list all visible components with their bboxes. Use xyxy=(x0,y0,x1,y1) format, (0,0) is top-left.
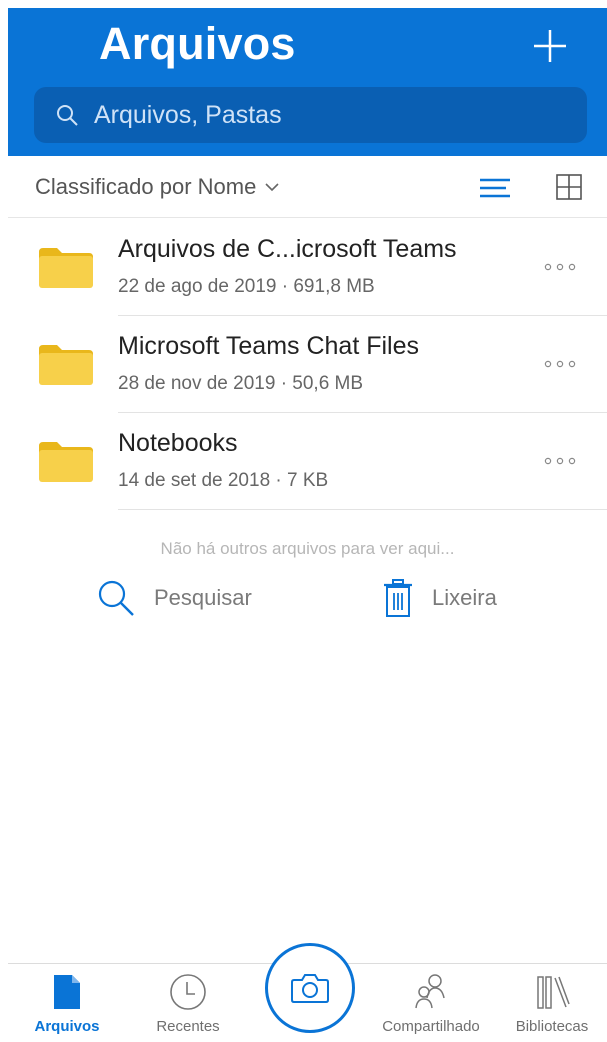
file-meta: 22 de ago de 2019 · 691,8 MB xyxy=(118,276,375,297)
tab-arquivos[interactable]: Arquivos xyxy=(12,970,122,1035)
file-name: Arquivos de C...icrosoft Teams xyxy=(118,235,457,263)
list-item[interactable]: Notebooks 14 de set de 2018 · 7 KB xyxy=(8,413,607,510)
divider xyxy=(118,509,607,510)
search-icon xyxy=(98,580,134,616)
folder-icon xyxy=(39,248,93,288)
camera-icon xyxy=(291,974,329,1003)
file-name: Notebooks xyxy=(118,429,238,457)
app-frame: Arquivos Classificado por Nome xyxy=(8,8,607,1042)
trash-action-button[interactable]: Lixeira xyxy=(382,578,497,618)
file-meta: 14 de set de 2018 · 7 KB xyxy=(118,470,329,491)
plus-icon xyxy=(534,30,566,62)
more-icon xyxy=(544,457,576,465)
tab-recentes[interactable]: Recentes xyxy=(133,970,243,1035)
file-meta: 28 de nov de 2019 · 50,6 MB xyxy=(118,373,364,394)
list-view-icon xyxy=(480,178,510,198)
chevron-down-icon xyxy=(264,182,280,192)
camera-button[interactable] xyxy=(265,943,355,1033)
list-item[interactable]: Arquivos de C...icrosoft Teams 22 de ago… xyxy=(8,219,607,316)
people-icon xyxy=(415,974,445,1009)
more-icon xyxy=(544,360,576,368)
list-item[interactable]: Microsoft Teams Chat Files 28 de nov de … xyxy=(8,316,607,413)
tab-label: Compartilhado xyxy=(382,1018,480,1035)
search-input[interactable] xyxy=(94,100,554,130)
search-bar[interactable] xyxy=(34,87,587,143)
file-icon xyxy=(54,975,80,1009)
library-icon xyxy=(537,976,570,1009)
trash-icon xyxy=(384,579,412,617)
tab-label: Bibliotecas xyxy=(515,1018,589,1035)
grid-view-icon xyxy=(556,174,582,200)
more-options-button[interactable] xyxy=(540,255,580,279)
empty-note: Não há outros arquivos para ver aqui... xyxy=(160,539,455,558)
trash-action-label: Lixeira xyxy=(432,585,497,610)
search-action-label: Pesquisar xyxy=(154,585,252,610)
more-options-button[interactable] xyxy=(540,352,580,376)
more-options-button[interactable] xyxy=(540,449,580,473)
header: Arquivos xyxy=(8,8,607,156)
tab-compartilhado[interactable]: Compartilhado xyxy=(376,970,486,1035)
file-name: Microsoft Teams Chat Files xyxy=(118,332,420,360)
search-action-button[interactable]: Pesquisar xyxy=(96,578,252,618)
sort-bar: Classificado por Nome xyxy=(8,156,607,218)
search-icon xyxy=(54,102,80,128)
clock-icon xyxy=(170,974,206,1010)
add-button[interactable] xyxy=(530,26,570,66)
list-view-button[interactable] xyxy=(478,174,512,202)
tab-bibliotecas[interactable]: Bibliotecas xyxy=(497,970,607,1035)
grid-view-button[interactable] xyxy=(555,173,583,201)
sort-label: Classificado por Nome xyxy=(35,174,257,199)
tab-label: Arquivos xyxy=(34,1018,100,1035)
more-icon xyxy=(544,263,576,271)
page-title: Arquivos xyxy=(99,18,296,69)
folder-icon xyxy=(39,345,93,385)
file-list: Arquivos de C...icrosoft Teams 22 de ago… xyxy=(8,219,607,510)
folder-icon xyxy=(39,442,93,482)
tab-label: Recentes xyxy=(156,1018,220,1035)
sort-dropdown[interactable]: Classificado por Nome xyxy=(35,174,280,200)
